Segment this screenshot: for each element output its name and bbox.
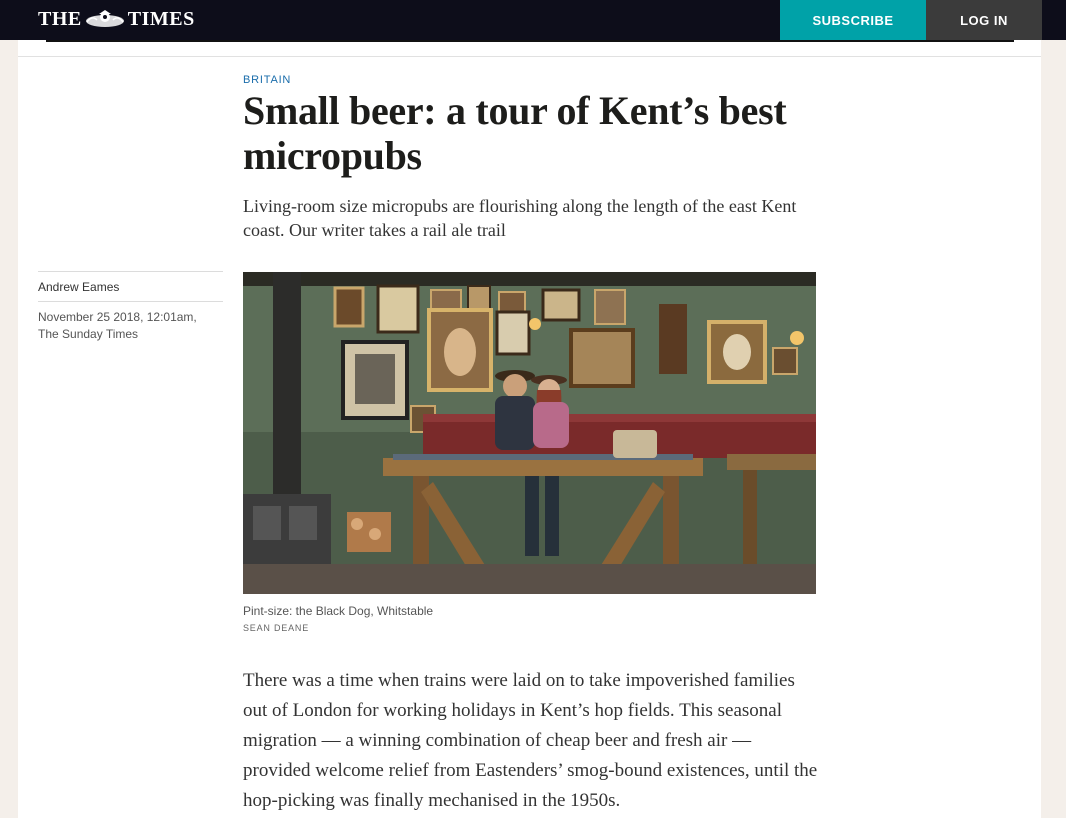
login-button[interactable]: LOG IN	[926, 0, 1042, 40]
panel-divider	[18, 56, 1041, 57]
author-link[interactable]: Andrew Eames	[38, 272, 223, 301]
article-headline: Small beer: a tour of Kent’s best microp…	[243, 88, 787, 178]
masthead-times: TIMES	[127, 7, 195, 30]
publish-info: November 25 2018, 12:01am, The Sunday Ti…	[38, 302, 223, 343]
pub-interior-illustration	[243, 272, 816, 594]
byline: Andrew Eames November 25 2018, 12:01am, …	[38, 271, 223, 343]
article-image[interactable]	[243, 272, 816, 594]
article-body-paragraph: There was a time when trains were laid o…	[243, 670, 818, 811]
article-standfirst: Living-room size micropubs are flourishi…	[243, 196, 797, 240]
image-credit: SEAN DEANE	[243, 623, 310, 633]
masthead-logo[interactable]: THE TIMES	[38, 7, 195, 31]
publish-date: November 25 2018, 12:01am,	[38, 310, 197, 324]
top-bar: THE TIMES SUBSCRIBE LOG IN	[0, 0, 1066, 40]
subscribe-button[interactable]: SUBSCRIBE	[780, 0, 926, 40]
header-divider	[46, 40, 1014, 42]
section-link[interactable]: BRITAIN	[243, 74, 291, 86]
publication-name: The Sunday Times	[38, 327, 139, 341]
image-caption: Pint-size: the Black Dog, Whitstable	[243, 604, 434, 618]
royal-crest-icon	[85, 10, 124, 27]
masthead-the: THE	[38, 7, 82, 30]
